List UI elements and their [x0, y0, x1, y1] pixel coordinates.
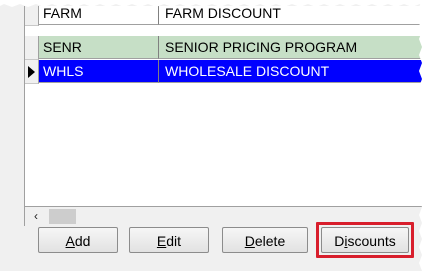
delete-button[interactable]: Delete — [222, 227, 308, 253]
code-cell[interactable]: SENR — [39, 36, 159, 59]
add-button[interactable]: Add — [38, 227, 118, 253]
scrollbar-thumb[interactable] — [49, 209, 76, 224]
edit-label: dit — [166, 233, 182, 249]
description-cell[interactable]: WHOLESALE DISCOUNT — [159, 60, 425, 83]
discount-grid[interactable]: FARM FARM DISCOUNT SENR SENIOR PRICING P… — [24, 6, 425, 207]
add-label: dd — [74, 233, 91, 249]
current-row-arrow-icon — [28, 66, 35, 78]
delete-label: elete — [254, 233, 286, 249]
table-row[interactable]: SENR SENIOR PRICING PROGRAM — [25, 36, 425, 60]
callout-highlight-box — [316, 222, 414, 258]
row-indicator[interactable] — [25, 60, 39, 84]
discount-list-panel: FARM FARM DISCOUNT SENR SENIOR PRICING P… — [0, 0, 428, 271]
torn-edge-right — [419, 0, 428, 271]
torn-edge-top — [0, 0, 428, 7]
edit-button[interactable]: Edit — [129, 227, 209, 253]
edit-mnemonic: E — [156, 233, 167, 249]
table-row-selected[interactable]: WHLS WHOLESALE DISCOUNT — [25, 60, 425, 84]
scroll-left-arrow-icon[interactable]: ‹ — [29, 207, 43, 226]
add-mnemonic: A — [65, 233, 75, 249]
code-cell[interactable]: WHLS — [39, 60, 159, 83]
description-cell[interactable]: SENIOR PRICING PROGRAM — [159, 36, 425, 59]
row-indicator[interactable] — [25, 36, 39, 60]
delete-mnemonic: D — [244, 233, 255, 249]
